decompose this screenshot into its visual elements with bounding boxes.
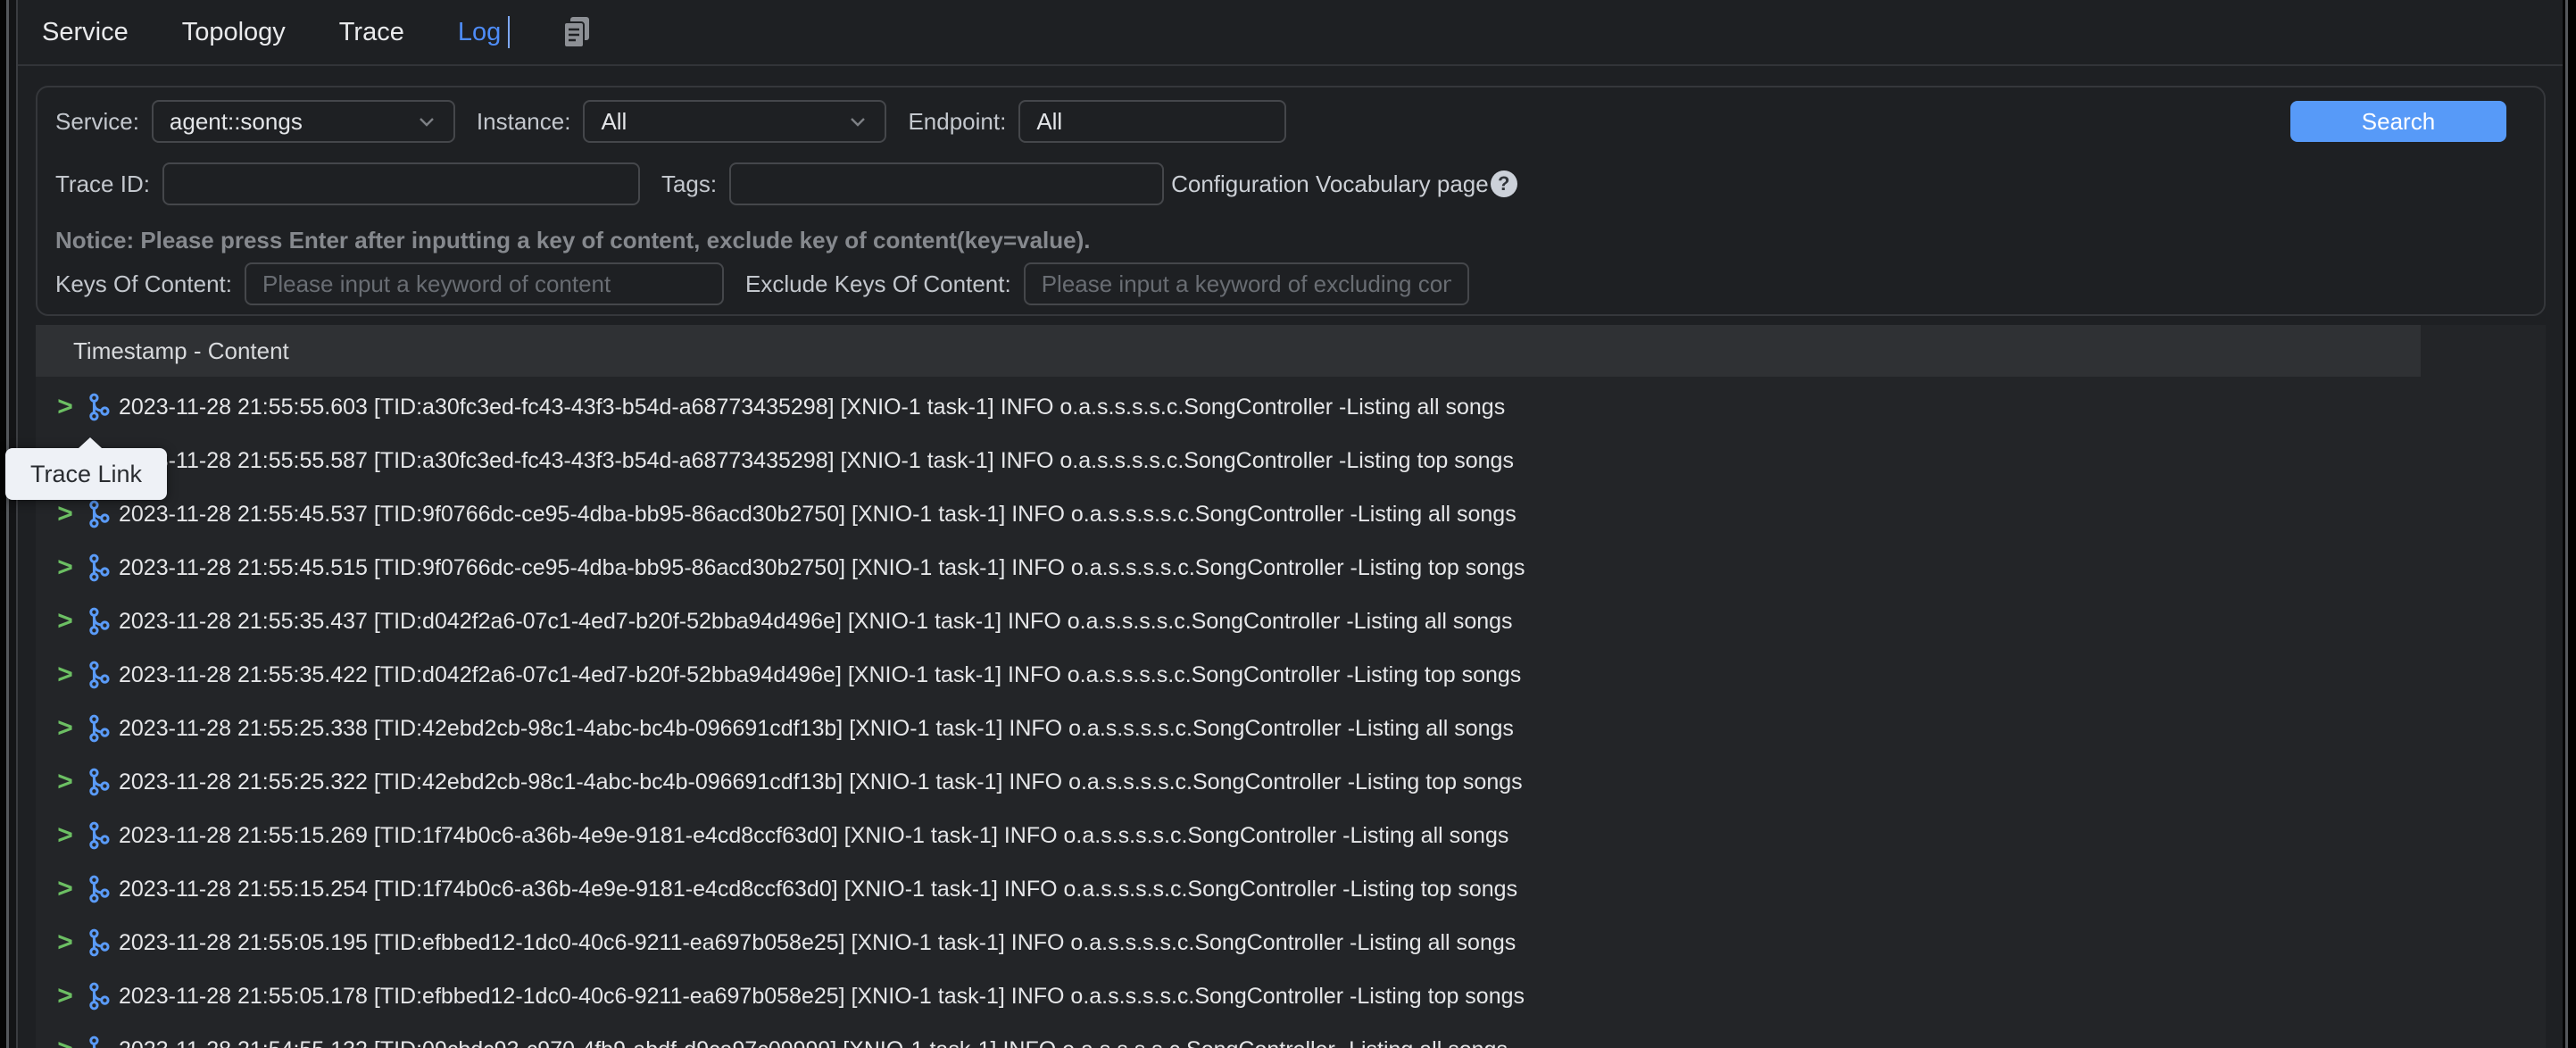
log-row[interactable]: > 2023-11-28 21:55:25.338 [TID:42ebd2cb-… bbox=[36, 702, 2546, 755]
expand-chevron-icon[interactable]: > bbox=[49, 660, 81, 690]
log-row[interactable]: > 2023-11-28 21:55:35.437 [TID:d042f2a6-… bbox=[36, 595, 2546, 648]
text-cursor bbox=[508, 16, 510, 48]
trace-link-tooltip: Trace Link bbox=[5, 448, 167, 500]
log-row[interactable]: > 2023-11-28 21:55:45.537 [TID:9f0766dc-… bbox=[36, 487, 2546, 541]
trace-link-icon[interactable] bbox=[85, 928, 112, 957]
expand-chevron-icon[interactable]: > bbox=[49, 767, 81, 797]
expand-chevron-icon[interactable]: > bbox=[49, 392, 81, 422]
exclude-keys-input[interactable] bbox=[1024, 262, 1469, 305]
expand-chevron-icon[interactable]: > bbox=[49, 820, 81, 851]
tab-trace[interactable]: Trace bbox=[339, 18, 404, 47]
log-row[interactable]: > 2023-11-28 21:55:05.178 [TID:efbbed12-… bbox=[36, 969, 2546, 1023]
log-row-text: 2023-11-28 21:55:45.537 [TID:9f0766dc-ce… bbox=[119, 502, 1517, 528]
configuration-vocabulary-link[interactable]: Configuration Vocabulary page bbox=[1171, 171, 1489, 198]
log-page: Service Topology Trace Log Service: agen… bbox=[0, 0, 2576, 1048]
log-row-text: 2023-11-28 21:55:25.338 [TID:42ebd2cb-98… bbox=[119, 716, 1514, 742]
log-row[interactable]: > 2023-11-28 21:55:55.603 [TID:a30fc3ed-… bbox=[36, 380, 2546, 434]
filter-row-1: Service: agent::songs Instance: All Endp… bbox=[37, 100, 2544, 143]
trace-link-icon[interactable] bbox=[85, 553, 112, 582]
trace-link-icon[interactable] bbox=[85, 1036, 112, 1048]
trace-link-icon[interactable] bbox=[85, 821, 112, 850]
expand-chevron-icon[interactable]: > bbox=[49, 927, 81, 958]
trace-link-icon[interactable] bbox=[85, 500, 112, 528]
main-content: Service: agent::songs Instance: All Endp… bbox=[18, 66, 2563, 1048]
left-gutter bbox=[9, 0, 16, 1048]
log-row[interactable]: > 2023-11-28 21:55:05.195 [TID:efbbed12-… bbox=[36, 916, 2546, 969]
service-label: Service: bbox=[55, 108, 139, 136]
trace-id-label: Trace ID: bbox=[55, 171, 150, 198]
log-row-text: 2023-11-28 21:54:55.132 [TID:09cbdc93-c9… bbox=[119, 1037, 1508, 1048]
log-row-text: 2023-11-28 21:55:55.587 [TID:a30fc3ed-fc… bbox=[119, 448, 1514, 474]
top-nav: Service Topology Trace Log bbox=[18, 0, 2563, 66]
trace-link-icon[interactable] bbox=[85, 875, 112, 903]
trace-link-icon[interactable] bbox=[85, 768, 112, 796]
log-rows: > 2023-11-28 21:55:55.603 [TID:a30fc3ed-… bbox=[36, 377, 2546, 1048]
endpoint-label: Endpoint: bbox=[908, 108, 1006, 136]
log-row-text: 2023-11-28 21:55:05.178 [TID:efbbed12-1d… bbox=[119, 984, 1525, 1010]
trace-link-icon[interactable] bbox=[85, 982, 112, 1011]
app-container: Service Topology Trace Log Service: agen… bbox=[16, 0, 2563, 1048]
tab-topology[interactable]: Topology bbox=[182, 18, 286, 47]
chevron-down-icon bbox=[416, 111, 437, 132]
expand-chevron-icon[interactable]: > bbox=[49, 606, 81, 636]
log-row-text: 2023-11-28 21:55:15.269 [TID:1f74b0c6-a3… bbox=[119, 823, 1508, 849]
chevron-down-icon bbox=[847, 111, 868, 132]
trace-link-icon[interactable] bbox=[85, 661, 112, 689]
expand-chevron-icon[interactable]: > bbox=[49, 874, 81, 904]
exclude-keys-label: Exclude Keys Of Content: bbox=[745, 270, 1011, 298]
notice-text: Notice: Please press Enter after inputti… bbox=[55, 227, 2544, 250]
filter-row-3: Keys Of Content: Exclude Keys Of Content… bbox=[37, 262, 2544, 305]
filter-panel: Service: agent::songs Instance: All Endp… bbox=[36, 86, 2546, 316]
left-edge-line bbox=[6, 0, 9, 1048]
trace-link-icon[interactable] bbox=[85, 607, 112, 636]
expand-chevron-icon[interactable]: > bbox=[49, 1035, 81, 1048]
service-select[interactable]: agent::songs bbox=[152, 100, 455, 143]
expand-chevron-icon[interactable]: > bbox=[49, 553, 81, 583]
trace-link-icon[interactable] bbox=[85, 714, 112, 743]
expand-chevron-icon[interactable]: > bbox=[49, 499, 81, 529]
instance-label: Instance: bbox=[477, 108, 571, 136]
endpoint-input[interactable] bbox=[1018, 100, 1286, 143]
trace-link-icon[interactable] bbox=[85, 393, 112, 421]
table-header-label: Timestamp - Content bbox=[36, 337, 289, 365]
tags-label: Tags: bbox=[661, 171, 717, 198]
instance-select-value: All bbox=[601, 108, 627, 136]
right-gutter bbox=[2568, 0, 2576, 1048]
tab-log-label: Log bbox=[458, 18, 501, 46]
log-row[interactable]: > 2023-11-28 21:55:25.322 [TID:42ebd2cb-… bbox=[36, 755, 2546, 809]
keys-of-content-label: Keys Of Content: bbox=[55, 270, 232, 298]
log-row[interactable]: > 2023-11-28 21:55:45.515 [TID:9f0766dc-… bbox=[36, 541, 2546, 595]
log-row[interactable]: > 2023-11-28 21:55:15.269 [TID:1f74b0c6-… bbox=[36, 809, 2546, 862]
log-row-text: 2023-11-28 21:55:25.322 [TID:42ebd2cb-98… bbox=[119, 769, 1523, 795]
table-header: Timestamp - Content bbox=[36, 325, 2421, 377]
expand-chevron-icon[interactable]: > bbox=[49, 713, 81, 744]
tab-log[interactable]: Log bbox=[458, 18, 501, 47]
search-button[interactable]: Search bbox=[2290, 101, 2506, 142]
log-table: Timestamp - Content > 2023-11-28 21:55:5… bbox=[36, 325, 2546, 1048]
instance-select[interactable]: All bbox=[583, 100, 886, 143]
log-row-text: 2023-11-28 21:55:35.437 [TID:d042f2a6-07… bbox=[119, 609, 1513, 635]
help-icon[interactable]: ? bbox=[1491, 171, 1517, 197]
tab-service[interactable]: Service bbox=[42, 18, 129, 47]
tooltip-text: Trace Link bbox=[30, 461, 142, 487]
documents-icon[interactable] bbox=[560, 14, 594, 50]
trace-id-input[interactable] bbox=[162, 162, 640, 205]
tags-input[interactable] bbox=[729, 162, 1164, 205]
log-row-text: 2023-11-28 21:55:35.422 [TID:d042f2a6-07… bbox=[119, 662, 1521, 688]
log-row-text: 2023-11-28 21:55:15.254 [TID:1f74b0c6-a3… bbox=[119, 877, 1517, 902]
log-row-text: 2023-11-28 21:55:45.515 [TID:9f0766dc-ce… bbox=[119, 555, 1525, 581]
service-select-value: agent::songs bbox=[170, 108, 303, 136]
filter-row-2: Trace ID: Tags: Configuration Vocabulary… bbox=[37, 162, 2544, 205]
log-row[interactable]: > 2023-11-28 21:54:55.132 [TID:09cbdc93-… bbox=[36, 1023, 2546, 1048]
log-row[interactable]: > 2023-11-28 21:55:35.422 [TID:d042f2a6-… bbox=[36, 648, 2546, 702]
log-row[interactable]: > 2023-11-28 21:55:55.587 [TID:a30fc3ed-… bbox=[36, 434, 2546, 487]
tooltip-arrow bbox=[79, 437, 102, 448]
keys-of-content-input[interactable] bbox=[245, 262, 724, 305]
log-row-text: 2023-11-28 21:55:05.195 [TID:efbbed12-1d… bbox=[119, 930, 1516, 956]
expand-chevron-icon[interactable]: > bbox=[49, 981, 81, 1011]
log-row-text: 2023-11-28 21:55:55.603 [TID:a30fc3ed-fc… bbox=[119, 395, 1505, 420]
log-row[interactable]: > 2023-11-28 21:55:15.254 [TID:1f74b0c6-… bbox=[36, 862, 2546, 916]
